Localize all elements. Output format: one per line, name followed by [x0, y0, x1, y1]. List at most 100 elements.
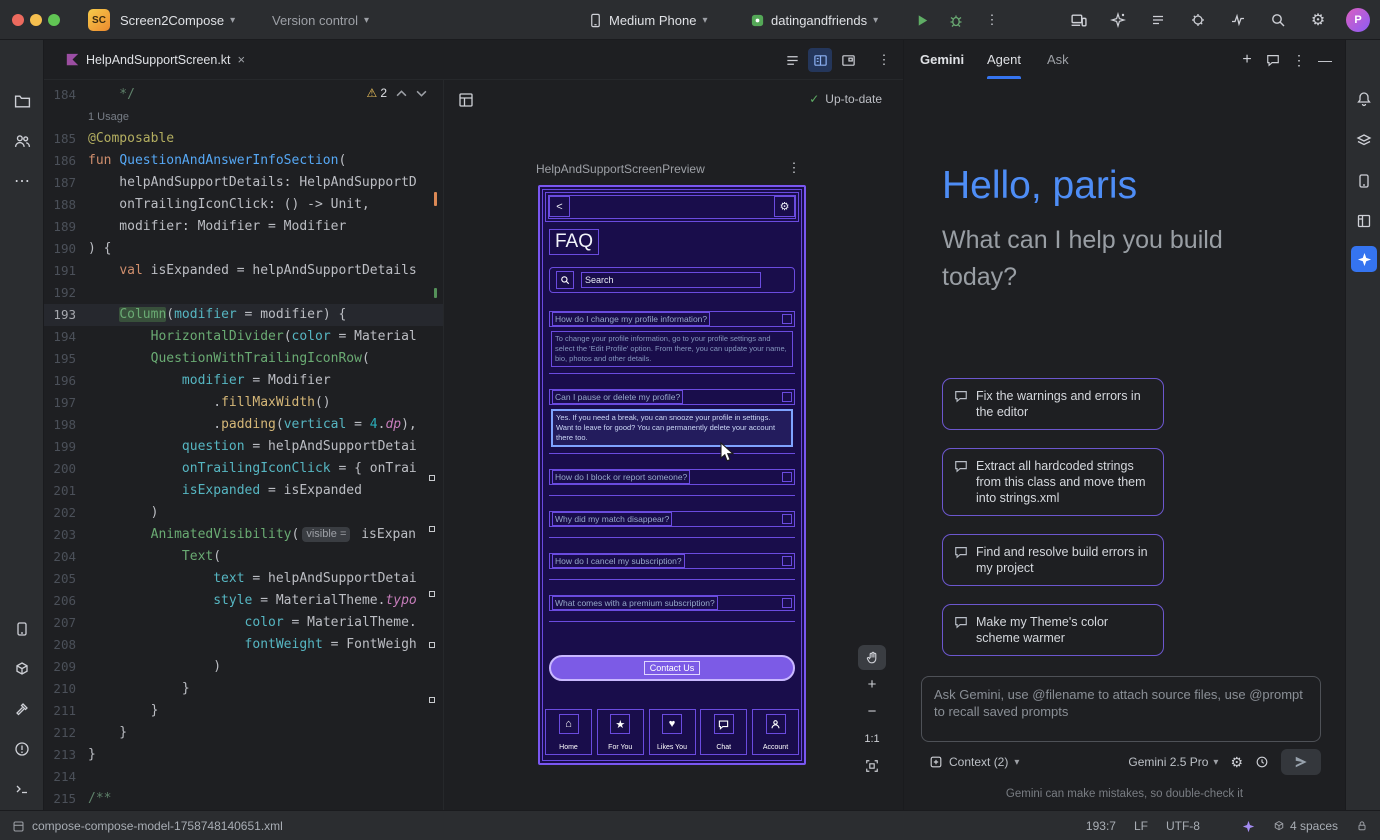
code-line[interactable]: QuestionWithTrailingIconRow( — [88, 348, 443, 370]
line-number[interactable]: 201 — [44, 480, 88, 502]
app-inspection-button[interactable] — [1186, 8, 1210, 32]
close-icon[interactable]: × — [238, 52, 246, 67]
run-button[interactable] — [910, 8, 934, 32]
line-number[interactable]: 212 — [44, 722, 88, 744]
profiler-button[interactable] — [1226, 8, 1250, 32]
preview-layout-button[interactable] — [454, 88, 478, 112]
code-line[interactable]: .fillMaxWidth() — [88, 392, 443, 414]
suggestion-card[interactable]: Fix the warnings and errors in the edito… — [942, 378, 1164, 430]
usage-hint[interactable]: 1 Usage — [88, 111, 129, 123]
line-number[interactable]: 193 — [44, 304, 88, 326]
prompt-history-button[interactable] — [1255, 755, 1269, 769]
more-tool-windows-button[interactable]: ⋯ — [10, 169, 34, 193]
code-line[interactable]: ) — [88, 656, 443, 678]
line-number[interactable]: 185 — [44, 128, 88, 150]
line-number[interactable]: 191 — [44, 260, 88, 282]
code-line[interactable]: val isExpanded = helpAndSupportDetails — [88, 260, 443, 282]
code-line[interactable]: fun QuestionAndAnswerInfoSection( — [88, 150, 443, 172]
problems-tool-button[interactable] — [10, 737, 34, 761]
phone-preview-canvas[interactable]: < ⚙ FAQ Search How do I change my profil… — [538, 185, 806, 765]
split-view-button[interactable] — [808, 48, 832, 72]
code-view-button[interactable] — [780, 48, 804, 72]
line-number[interactable]: 197 — [44, 392, 88, 414]
suggestion-card[interactable]: Make my Theme's color scheme warmer — [942, 604, 1164, 656]
code-line[interactable]: helpAndSupportDetails: HelpAndSupportD — [88, 172, 443, 194]
indent-widget[interactable]: 4 spaces — [1273, 819, 1338, 833]
send-button[interactable] — [1281, 749, 1321, 775]
running-devices-button[interactable] — [1066, 8, 1090, 32]
device-tool-button[interactable] — [10, 617, 34, 641]
code-line[interactable]: modifier = Modifier — [88, 370, 443, 392]
debug-button[interactable] — [944, 8, 968, 32]
ai-status-widget[interactable] — [1242, 820, 1255, 833]
code-line[interactable]: } — [88, 678, 443, 700]
line-number[interactable]: 192 — [44, 282, 88, 304]
user-avatar[interactable]: P — [1346, 8, 1370, 32]
preview-sync-status[interactable]: ✓ Up-to-date — [809, 92, 882, 106]
device-explorer-button[interactable] — [1351, 208, 1377, 234]
line-number[interactable]: 208 — [44, 634, 88, 656]
line-number[interactable]: 203 — [44, 524, 88, 546]
line-number[interactable]: 194 — [44, 326, 88, 348]
model-selector[interactable]: Gemini 2.5 Pro ▾ — [1128, 755, 1218, 769]
suggestion-card[interactable]: Extract all hardcoded strings from this … — [942, 448, 1164, 516]
vcs-menu[interactable]: Version control ▾ — [272, 0, 369, 40]
code-line[interactable]: .padding(vertical = 4.dp), — [88, 414, 443, 436]
tab-ask[interactable]: Ask — [1047, 40, 1069, 79]
code-line[interactable]: Text( — [88, 546, 443, 568]
line-number[interactable]: 210 — [44, 678, 88, 700]
code-line[interactable] — [88, 766, 443, 788]
package-tool-button[interactable] — [10, 657, 34, 681]
settings-button[interactable]: ⚙ — [1306, 8, 1330, 32]
collaborators-tool-button[interactable] — [10, 129, 34, 153]
context-selector[interactable]: Context (2) ▾ — [929, 755, 1019, 769]
line-number[interactable]: 199 — [44, 436, 88, 458]
ai-actions-button[interactable] — [1106, 8, 1130, 32]
notifications-button[interactable] — [1351, 86, 1377, 112]
line-number[interactable]: 207 — [44, 612, 88, 634]
previous-warning-button[interactable] — [396, 90, 407, 97]
line-number[interactable]: 200 — [44, 458, 88, 480]
zoom-in-button[interactable]: + — [858, 672, 886, 697]
tab-agent[interactable]: Agent — [987, 40, 1021, 79]
warnings-indicator[interactable]: ⚠ 2 — [367, 86, 387, 100]
logcat-button[interactable] — [1146, 8, 1170, 32]
code-line[interactable]: onTrailingIconClick = { onTrai — [88, 458, 443, 480]
zoom-to-fit-button[interactable] — [858, 753, 886, 778]
line-number[interactable] — [44, 106, 88, 128]
preview-menu-button[interactable]: ⋮ — [782, 156, 806, 180]
line-number[interactable]: 211 — [44, 700, 88, 722]
run-config-selector[interactable]: datingandfriends ▾ — [750, 0, 878, 40]
line-number[interactable]: 187 — [44, 172, 88, 194]
more-actions-button[interactable]: ⋮ — [980, 8, 1004, 32]
code-line[interactable]: question = helpAndSupportDetai — [88, 436, 443, 458]
design-view-button[interactable] — [836, 48, 860, 72]
device-selector[interactable]: Medium Phone ▾ — [588, 0, 707, 40]
line-separator-widget[interactable]: LF — [1134, 819, 1148, 833]
new-chat-button[interactable]: + — [1235, 48, 1259, 72]
project-menu[interactable]: Screen2Compose ▾ — [120, 0, 235, 40]
line-number[interactable]: 214 — [44, 766, 88, 788]
code-line[interactable]: } — [88, 722, 443, 744]
caret-position-widget[interactable]: 193:7 — [1086, 819, 1116, 833]
code-line[interactable]: modifier: Modifier = Modifier — [88, 216, 443, 238]
code-line[interactable]: isExpanded = isExpanded — [88, 480, 443, 502]
code-line[interactable]: /** — [88, 788, 443, 810]
hide-panel-button[interactable]: — — [1313, 48, 1337, 72]
zoom-out-button[interactable]: − — [858, 699, 886, 724]
next-warning-button[interactable] — [416, 90, 427, 97]
window-close-button[interactable] — [12, 14, 24, 26]
code-line[interactable]: ) { — [88, 238, 443, 260]
line-number[interactable]: 189 — [44, 216, 88, 238]
terminal-tool-button[interactable] — [10, 777, 34, 801]
code-line[interactable]: onTrailingIconClick: () -> Unit, — [88, 194, 443, 216]
line-number[interactable]: 205 — [44, 568, 88, 590]
layout-inspector-button[interactable] — [1351, 128, 1377, 154]
line-number[interactable]: 209 — [44, 656, 88, 678]
inspection-widget[interactable]: ⚠ 2 — [367, 86, 427, 100]
code-line[interactable]: fontWeight = FontWeigh — [88, 634, 443, 656]
line-number[interactable]: 213 — [44, 744, 88, 766]
gemini-prompt-input[interactable] — [921, 676, 1321, 742]
status-file-name[interactable]: compose-compose-model-1758748140651.xml — [32, 819, 283, 833]
line-number[interactable]: 186 — [44, 150, 88, 172]
